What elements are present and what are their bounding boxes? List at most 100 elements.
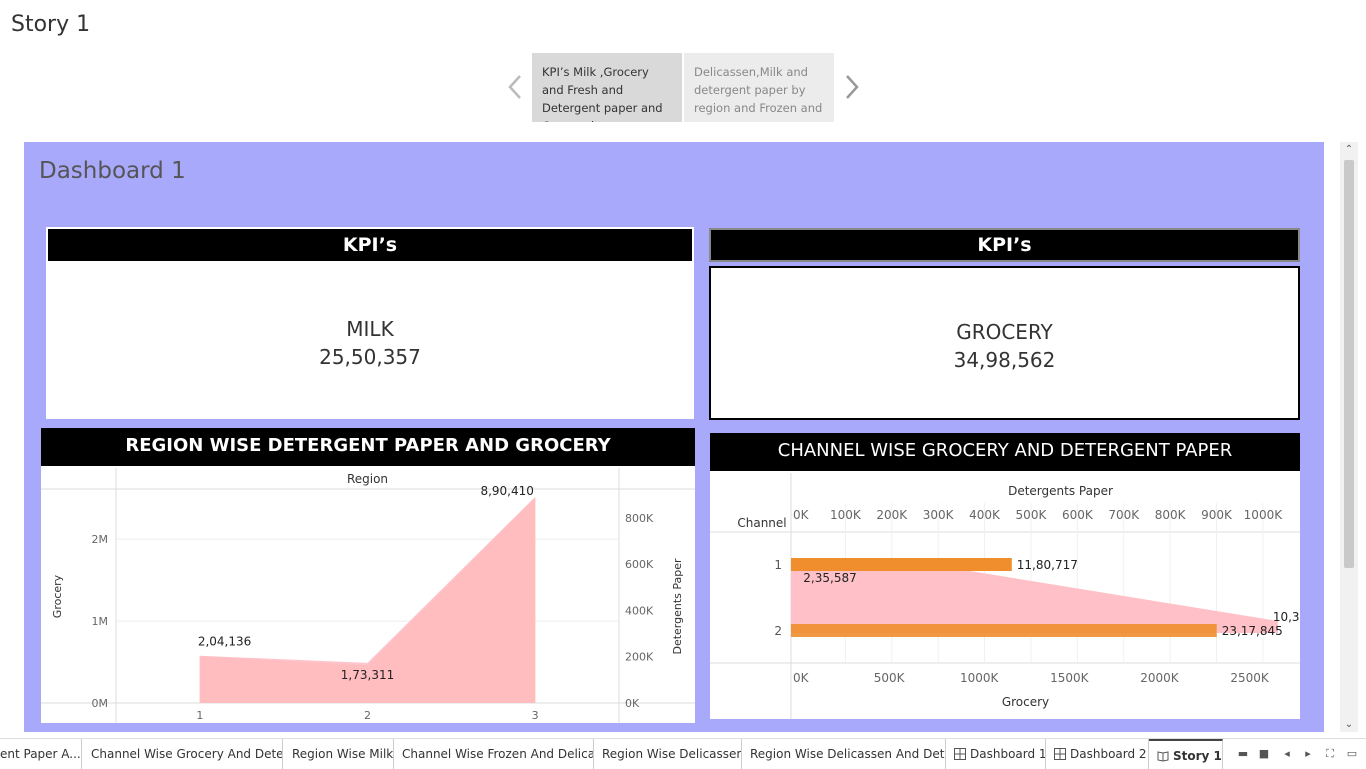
tab-label: Dashboard 1 bbox=[970, 747, 1046, 761]
top-tick-label: 900K bbox=[1201, 508, 1233, 522]
data-label: 1,73,311 bbox=[341, 668, 394, 682]
chevron-left-icon bbox=[508, 75, 521, 99]
grocery-bar bbox=[791, 624, 1217, 637]
kpi-grocery-name: GROCERY bbox=[956, 320, 1053, 344]
tab-label: Story 1 bbox=[1173, 749, 1222, 763]
scroll-up-icon[interactable]: ⌃ bbox=[1343, 144, 1355, 155]
left-tick-label: 2M bbox=[92, 533, 109, 546]
prev-story-point-button[interactable] bbox=[505, 72, 525, 102]
grocery-label: 23,17,845 bbox=[1222, 624, 1283, 638]
dashboard-scrollbar[interactable]: ⌃ ⌄ bbox=[1340, 142, 1358, 732]
tab-label: Channel Wise Grocery And Dete... bbox=[91, 747, 283, 761]
fullscreen-icon[interactable]: ⛶ bbox=[1323, 747, 1337, 761]
bottom-tick-label: 2000K bbox=[1140, 671, 1180, 685]
top-axis-title: Detergents Paper bbox=[1008, 484, 1113, 498]
top-tick-label: 100K bbox=[830, 508, 862, 522]
top-tick-label: 500K bbox=[1016, 508, 1048, 522]
data-label: 2,04,136 bbox=[198, 635, 251, 649]
top-tick-label: 700K bbox=[1108, 508, 1140, 522]
tab-sheet[interactable]: Channel Wise Grocery And Dete... bbox=[83, 739, 283, 769]
top-tick-label: 0K bbox=[793, 508, 810, 522]
next-sheet-icon[interactable]: ▸ bbox=[1301, 747, 1315, 761]
tab-sheet[interactable]: Region Wise Delicassen And Det... bbox=[742, 739, 946, 769]
tab-label: Region Wise Delicassen bbox=[602, 747, 742, 761]
top-tick-label: 400K bbox=[969, 508, 1001, 522]
dashboard-icon bbox=[1054, 748, 1066, 760]
x-tick-label: 2 bbox=[364, 709, 371, 722]
region-chart[interactable]: Region 0M 1M 2M 0K 200K 400K 600K 800K Grocery Det… bbox=[41, 468, 695, 723]
top-tick-label: 300K bbox=[923, 508, 955, 522]
detergents-label: 10,32,270 bbox=[1273, 610, 1300, 624]
row-label: 2 bbox=[774, 624, 782, 638]
grocery-bar bbox=[791, 558, 1012, 571]
tab-sheet[interactable]: ent Paper A... bbox=[0, 739, 82, 769]
right-tick-label: 800K bbox=[625, 512, 654, 525]
grocery-label: 11,80,717 bbox=[1017, 558, 1078, 572]
top-tick-label: 600K bbox=[1062, 508, 1094, 522]
bottom-tick-label: 500K bbox=[874, 671, 906, 685]
left-tick-label: 1M bbox=[92, 615, 109, 628]
dashboard-title: Dashboard 1 bbox=[39, 158, 186, 184]
row-label: 1 bbox=[774, 558, 782, 572]
tab-dashboard-1[interactable]: Dashboard 1 bbox=[946, 739, 1046, 769]
region-area-chart[interactable]: Region 0M 1M 2M 0K 200K 400K 600K 800K Grocery Det… bbox=[41, 468, 695, 723]
left-axis-title: Grocery bbox=[51, 574, 64, 618]
tab-label: Dashboard 2 bbox=[1070, 747, 1147, 761]
tab-label: ent Paper A... bbox=[0, 747, 81, 761]
x-tick-label: 3 bbox=[532, 709, 539, 722]
bottom-axis-title: Grocery bbox=[1002, 695, 1049, 709]
tab-dashboard-2[interactable]: Dashboard 2 bbox=[1046, 739, 1149, 769]
region-chart-header: REGION WISE DETERGENT PAPER AND GROCERY bbox=[41, 428, 695, 468]
right-tick-label: 200K bbox=[625, 651, 654, 664]
top-tick-label: 1000K bbox=[1244, 508, 1284, 522]
kpi-milk-value: 25,50,357 bbox=[319, 345, 421, 369]
tab-story-1[interactable]: Story 1 bbox=[1149, 739, 1223, 769]
story-icon bbox=[1157, 751, 1169, 762]
kpi-grocery-card[interactable]: GROCERY 34,98,562 bbox=[709, 266, 1300, 420]
top-tick-label: 800K bbox=[1155, 508, 1187, 522]
chevron-right-icon bbox=[846, 75, 859, 99]
show-filmstrip-icon[interactable]: ▬ bbox=[1236, 747, 1250, 761]
dashboard-canvas: Dashboard 1 KPI’s MILK 25,50,357 KPI’s G… bbox=[24, 142, 1324, 732]
kpi-left-header: KPI’s bbox=[46, 227, 694, 263]
scroll-thumb[interactable] bbox=[1344, 160, 1354, 568]
story-point-1[interactable]: KPI’s Milk ,Grocery and Fresh and Deterg… bbox=[532, 53, 682, 122]
channel-chart-header: CHANNEL WISE GROCERY AND DETERGENT PAPER bbox=[710, 433, 1300, 473]
next-story-point-button[interactable] bbox=[842, 72, 862, 102]
first-sheet-icon[interactable]: ◂ bbox=[1280, 747, 1294, 761]
show-tabs-icon[interactable]: ■ bbox=[1257, 747, 1271, 761]
bottom-tick-label: 0K bbox=[793, 671, 810, 685]
detergents-label: 2,35,587 bbox=[803, 571, 856, 585]
bottom-tick-label: 1500K bbox=[1050, 671, 1090, 685]
x-tick-label: 1 bbox=[196, 709, 203, 722]
tab-sheet[interactable]: Region Wise Delicassen bbox=[594, 739, 742, 769]
presentation-mode-icon[interactable]: ▭ bbox=[1345, 747, 1359, 761]
kpi-milk-card[interactable]: MILK 25,50,357 bbox=[46, 263, 694, 419]
x-top-label: Region bbox=[347, 472, 388, 486]
tab-label: Region Wise Milk bbox=[292, 747, 394, 761]
tab-label: Channel Wise Frozen And Delica... bbox=[402, 747, 594, 761]
sheet-tab-bar: ent Paper A... Channel Wise Grocery And … bbox=[0, 738, 1366, 769]
left-tick-label: 0M bbox=[92, 697, 109, 710]
tab-sheet[interactable]: Channel Wise Frozen And Delica... bbox=[394, 739, 594, 769]
right-tick-label: 0K bbox=[625, 697, 640, 710]
tab-label: Region Wise Delicassen And Det... bbox=[750, 747, 946, 761]
story-point-2[interactable]: Delicassen,Milk and detergent paper by r… bbox=[684, 53, 834, 122]
tab-sheet[interactable]: Region Wise Milk bbox=[284, 739, 394, 769]
bottom-tick-label: 2500K bbox=[1230, 671, 1270, 685]
kpi-grocery-value: 34,98,562 bbox=[953, 348, 1056, 372]
bottom-tick-label: 1000K bbox=[960, 671, 1000, 685]
kpi-right-header: KPI’s bbox=[709, 228, 1300, 262]
data-label: 8,90,410 bbox=[480, 484, 533, 498]
right-tick-label: 400K bbox=[625, 604, 654, 617]
right-tick-label: 600K bbox=[625, 558, 654, 571]
dashboard-icon bbox=[954, 748, 966, 760]
kpi-milk-name: MILK bbox=[346, 317, 394, 341]
story-title: Story 1 bbox=[11, 12, 91, 37]
channel-bar-chart[interactable]: Detergents Paper Channel 0K 100K 200K 300K 400… bbox=[710, 473, 1300, 719]
scroll-down-icon[interactable]: ⌄ bbox=[1343, 719, 1355, 730]
row-header: Channel bbox=[737, 516, 786, 530]
right-axis-title: Detergents Paper bbox=[671, 558, 684, 655]
top-tick-label: 200K bbox=[876, 508, 908, 522]
channel-chart[interactable]: Detergents Paper Channel 0K 100K 200K 300K 400… bbox=[710, 473, 1300, 719]
